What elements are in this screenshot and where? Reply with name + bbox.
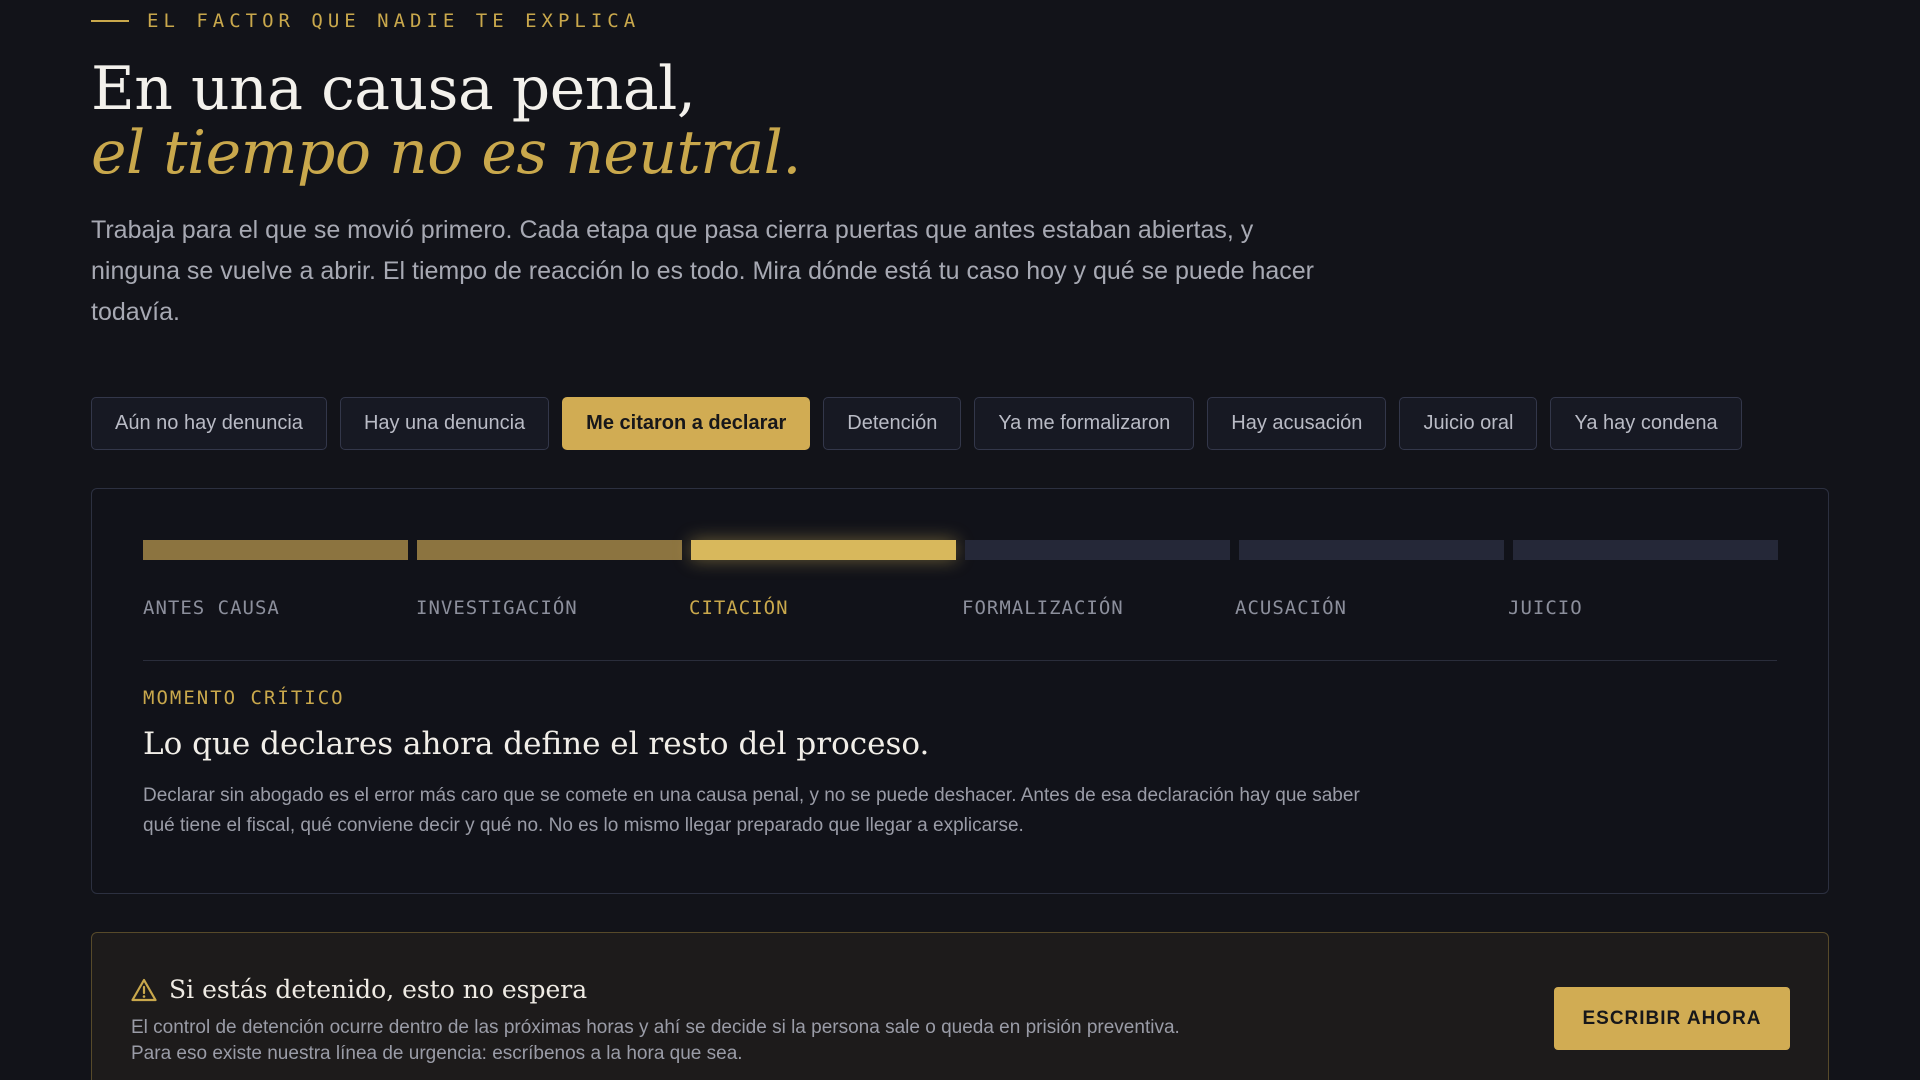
progress-segment: [417, 540, 682, 560]
stage-label: ACUSACIÓN: [1235, 597, 1347, 619]
warning-triangle-icon: [131, 978, 157, 1001]
progress-segment: [143, 540, 408, 560]
stage-selector: Aún no hay denuncia Hay una denuncia Me ci…: [91, 397, 1742, 450]
urgent-box: Si estás detenido, esto no espera El con…: [91, 932, 1829, 1080]
timeline-panel: ANTES CAUSA INVESTIGACIÓN CITACIÓN FORMALIZ…: [91, 488, 1829, 894]
stage-labels: ANTES CAUSA INVESTIGACIÓN CITACIÓN FORMALIZ…: [143, 597, 1781, 619]
eyebrow: EL FACTOR QUE NADIE TE EXPLICA: [91, 10, 640, 32]
stage-label: FORMALIZACIÓN: [962, 597, 1124, 619]
write-now-button[interactable]: ESCRIBIR AHORA: [1554, 987, 1790, 1050]
progress-segment: [1513, 540, 1778, 560]
moment-body: Declarar sin abogado es el error más car…: [143, 785, 1360, 836]
urgent-body: El control de detención ocurre dentro de…: [131, 1017, 1180, 1064]
stage-label: JUICIO: [1508, 597, 1583, 619]
urgent-heading: Si estás detenido, esto no espera: [131, 975, 587, 1004]
headline: En una causa penal,: [91, 54, 696, 124]
eyebrow-text: EL FACTOR QUE NADIE TE EXPLICA: [147, 10, 641, 32]
urgent-title: Si estás detenido, esto no espera: [169, 975, 588, 1004]
stage-chip[interactable]: Juicio oral: [1399, 397, 1538, 450]
stage-label: ANTES CAUSA: [143, 597, 280, 619]
progress-bars: [143, 540, 1778, 560]
intro-paragraph: Trabaja para el que se movió primero. Ca…: [91, 216, 1314, 326]
page: EL FACTOR QUE NADIE TE EXPLICA En una ca…: [0, 0, 1920, 1080]
stage-chip[interactable]: Hay una denuncia: [339, 397, 550, 450]
stage-label: INVESTIGACIÓN: [416, 597, 578, 619]
stage-label: CITACIÓN: [689, 597, 789, 619]
stage-chip[interactable]: Detención: [823, 397, 962, 450]
progress-segment: [1239, 540, 1504, 560]
progress-segment: [965, 540, 1230, 560]
moment-title: Lo que declares ahora define el resto de…: [143, 726, 930, 762]
moment-tag: MOMENTO CRÍTICO: [143, 687, 345, 709]
stage-chip[interactable]: Ya me formalizaron: [974, 397, 1195, 450]
divider: [143, 660, 1777, 661]
stage-chip[interactable]: Ya hay condena: [1550, 397, 1742, 450]
headline-accent: el tiempo no es neutral.: [91, 118, 801, 188]
stage-chip[interactable]: Aún no hay denuncia: [91, 397, 327, 450]
eyebrow-line: [91, 20, 129, 22]
stage-chip[interactable]: Me citaron a declarar: [562, 397, 811, 450]
stage-chip[interactable]: Hay acusación: [1207, 397, 1387, 450]
progress-segment: [691, 540, 956, 560]
